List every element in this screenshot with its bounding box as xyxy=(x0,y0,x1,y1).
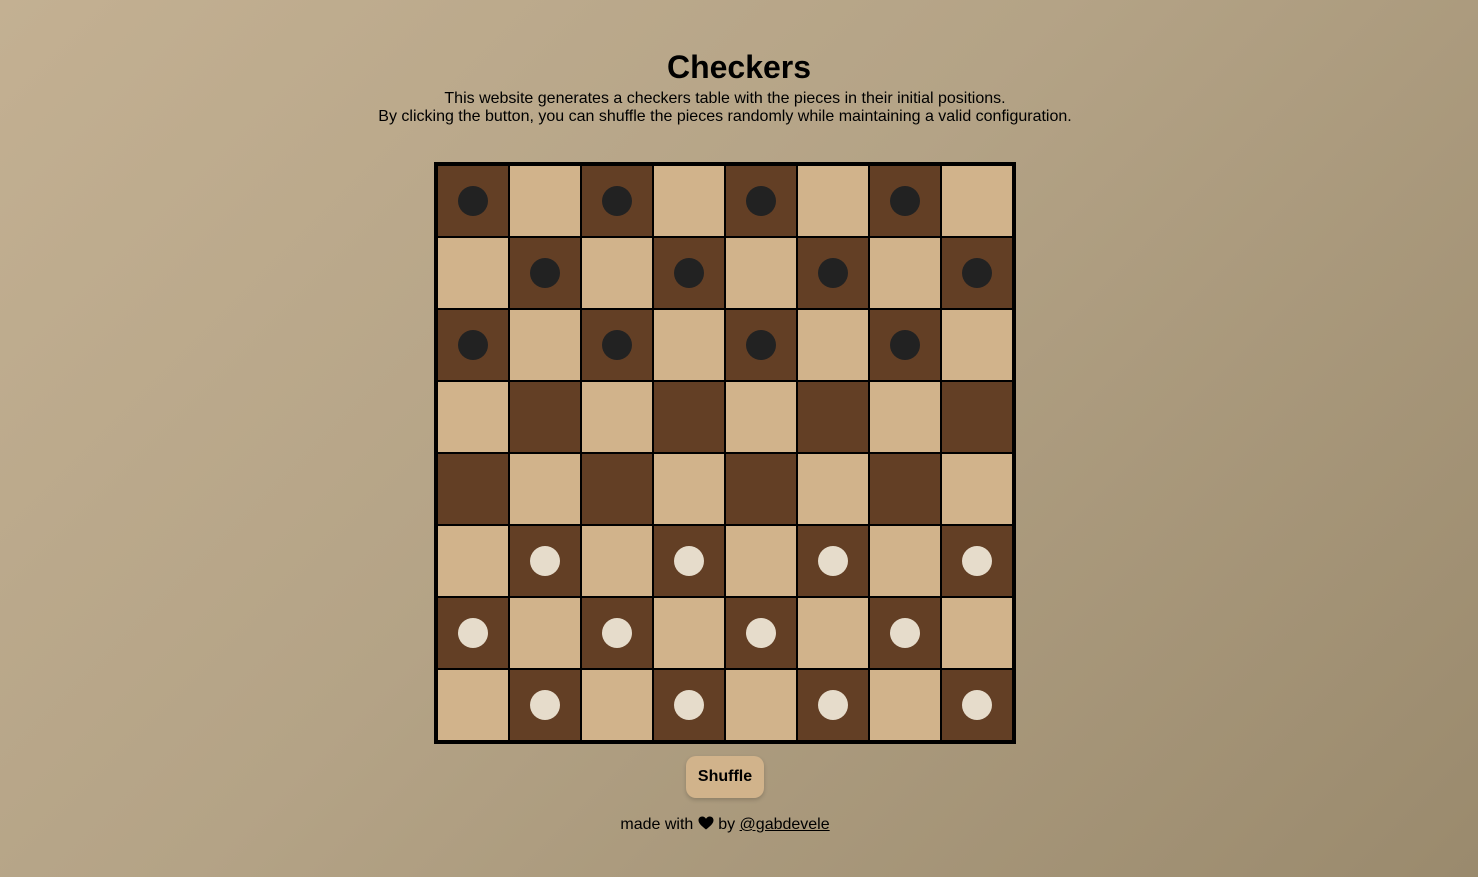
board-square[interactable] xyxy=(797,597,869,669)
board-square[interactable] xyxy=(509,597,581,669)
board-square[interactable] xyxy=(797,165,869,237)
board-square[interactable] xyxy=(941,165,1013,237)
board-square[interactable] xyxy=(797,309,869,381)
white-piece[interactable] xyxy=(962,546,992,576)
heart-icon xyxy=(698,816,714,836)
white-piece[interactable] xyxy=(818,546,848,576)
black-piece[interactable] xyxy=(530,258,560,288)
board-square[interactable] xyxy=(437,453,509,525)
footer: made with by @gabdevele xyxy=(0,815,1450,836)
board-square[interactable] xyxy=(797,669,869,741)
board-square[interactable] xyxy=(869,237,941,309)
black-piece[interactable] xyxy=(746,330,776,360)
board-square[interactable] xyxy=(725,237,797,309)
board-square[interactable] xyxy=(509,381,581,453)
board-square[interactable] xyxy=(941,669,1013,741)
board-square[interactable] xyxy=(437,597,509,669)
white-piece[interactable] xyxy=(602,618,632,648)
black-piece[interactable] xyxy=(602,330,632,360)
board-square[interactable] xyxy=(437,669,509,741)
black-piece[interactable] xyxy=(674,258,704,288)
black-piece[interactable] xyxy=(602,186,632,216)
white-piece[interactable] xyxy=(746,618,776,648)
checkers-board xyxy=(434,162,1016,744)
board-square[interactable] xyxy=(653,525,725,597)
board-square[interactable] xyxy=(581,237,653,309)
board-square[interactable] xyxy=(941,525,1013,597)
board-square[interactable] xyxy=(941,453,1013,525)
white-piece[interactable] xyxy=(530,546,560,576)
black-piece[interactable] xyxy=(458,330,488,360)
board-square[interactable] xyxy=(509,669,581,741)
board-square[interactable] xyxy=(725,381,797,453)
board-square[interactable] xyxy=(509,237,581,309)
board-square[interactable] xyxy=(437,525,509,597)
black-piece[interactable] xyxy=(890,186,920,216)
board-square[interactable] xyxy=(725,309,797,381)
black-piece[interactable] xyxy=(818,258,848,288)
board-square[interactable] xyxy=(581,597,653,669)
board-square[interactable] xyxy=(941,237,1013,309)
board-square[interactable] xyxy=(509,309,581,381)
board-square[interactable] xyxy=(581,669,653,741)
black-piece[interactable] xyxy=(890,330,920,360)
board-square[interactable] xyxy=(509,453,581,525)
board-square[interactable] xyxy=(653,597,725,669)
board-square[interactable] xyxy=(725,669,797,741)
board-square[interactable] xyxy=(581,453,653,525)
board-square[interactable] xyxy=(725,165,797,237)
footer-by: by xyxy=(718,816,736,833)
board-square[interactable] xyxy=(797,237,869,309)
white-piece[interactable] xyxy=(674,690,704,720)
board-square[interactable] xyxy=(653,669,725,741)
board-square[interactable] xyxy=(941,381,1013,453)
white-piece[interactable] xyxy=(962,690,992,720)
board-square[interactable] xyxy=(725,597,797,669)
board-square[interactable] xyxy=(653,381,725,453)
white-piece[interactable] xyxy=(674,546,704,576)
board-square[interactable] xyxy=(869,669,941,741)
board-square[interactable] xyxy=(581,309,653,381)
shuffle-button[interactable]: Shuffle xyxy=(686,756,764,798)
board-square[interactable] xyxy=(869,309,941,381)
board-square[interactable] xyxy=(869,453,941,525)
board-square[interactable] xyxy=(725,453,797,525)
description-line-2: By clicking the button, you can shuffle … xyxy=(378,108,1072,125)
board-square[interactable] xyxy=(941,309,1013,381)
page-description: This website generates a checkers table … xyxy=(0,90,1450,126)
board-square[interactable] xyxy=(437,237,509,309)
board-square[interactable] xyxy=(653,453,725,525)
board-square[interactable] xyxy=(509,165,581,237)
board-square[interactable] xyxy=(725,525,797,597)
black-piece[interactable] xyxy=(962,258,992,288)
author-link[interactable]: @gabdevele xyxy=(740,816,830,833)
board-square[interactable] xyxy=(581,525,653,597)
white-piece[interactable] xyxy=(818,690,848,720)
white-piece[interactable] xyxy=(458,618,488,648)
board-square[interactable] xyxy=(869,165,941,237)
board-square[interactable] xyxy=(653,237,725,309)
footer-made-with: made with xyxy=(620,816,694,833)
board-square[interactable] xyxy=(437,165,509,237)
board-square[interactable] xyxy=(581,381,653,453)
board-square[interactable] xyxy=(653,165,725,237)
board-square[interactable] xyxy=(437,381,509,453)
board-square[interactable] xyxy=(797,525,869,597)
description-line-1: This website generates a checkers table … xyxy=(444,90,1006,107)
board-square[interactable] xyxy=(869,381,941,453)
board-square[interactable] xyxy=(869,525,941,597)
board-square[interactable] xyxy=(581,165,653,237)
board-square[interactable] xyxy=(941,597,1013,669)
board-square[interactable] xyxy=(797,381,869,453)
black-piece[interactable] xyxy=(458,186,488,216)
board-square[interactable] xyxy=(797,453,869,525)
board-square[interactable] xyxy=(869,597,941,669)
board-square[interactable] xyxy=(653,309,725,381)
black-piece[interactable] xyxy=(746,186,776,216)
white-piece[interactable] xyxy=(530,690,560,720)
board-square[interactable] xyxy=(509,525,581,597)
page-title: Checkers xyxy=(666,49,812,85)
white-piece[interactable] xyxy=(890,618,920,648)
board-square[interactable] xyxy=(437,309,509,381)
